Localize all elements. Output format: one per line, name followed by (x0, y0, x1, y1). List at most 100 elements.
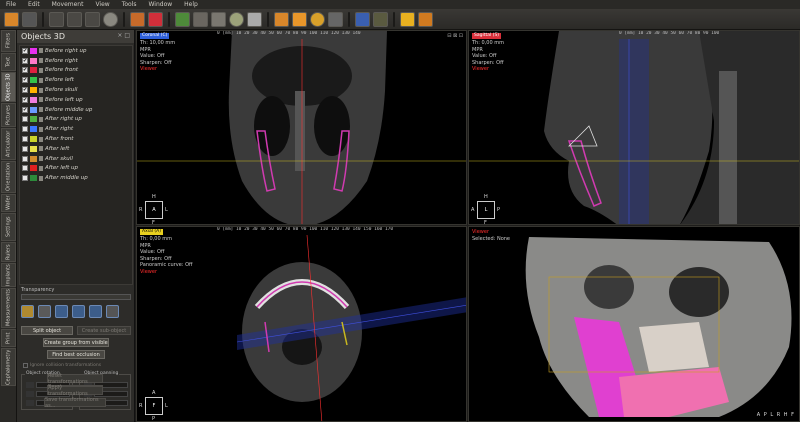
lock-icon[interactable] (39, 107, 43, 113)
ignore-collision-option[interactable]: Ignore collision transformations (23, 363, 101, 368)
visibility-checkbox[interactable] (22, 155, 28, 162)
menu-tools[interactable]: Tools (116, 1, 143, 8)
tab-measurements[interactable]: Measurements (1, 288, 16, 328)
viewport-controls-icon[interactable]: ⊟ ⊠ ⊡ (447, 33, 463, 39)
tab-cephalometry[interactable]: Cephalometry (1, 348, 16, 386)
lock-icon[interactable] (39, 87, 43, 93)
photo-import-icon[interactable] (130, 11, 145, 27)
layout-rows-icon[interactable] (85, 11, 100, 27)
transparency-slider[interactable] (21, 294, 131, 300)
list-item[interactable]: After right up (20, 115, 132, 125)
reset-view-icon[interactable] (328, 11, 343, 27)
tab-implants[interactable]: Implants (1, 263, 16, 287)
create-group-button[interactable]: Create group from visible (43, 338, 109, 347)
lock-icon[interactable] (39, 58, 43, 64)
report-icon[interactable] (148, 11, 163, 27)
color-swatch[interactable] (30, 67, 37, 74)
coronal-viewport[interactable]: 0 [mm] 10 20 30 40 50 60 70 80 90 100 11… (136, 30, 467, 225)
tab-settings[interactable]: Settings (1, 213, 16, 241)
document-icon[interactable] (400, 11, 415, 27)
axial-orientation-cube[interactable]: F (145, 397, 163, 415)
reset-transformations-button-2[interactable]: Reset transformations (47, 373, 103, 385)
list-item[interactable]: ✔ Before middle up (20, 105, 132, 115)
sphere-icon[interactable] (229, 11, 244, 27)
tab-rulers[interactable]: Rulers (1, 242, 16, 262)
cube-merge-icon[interactable] (89, 305, 102, 318)
visibility-checkbox[interactable] (22, 136, 28, 143)
lock-icon[interactable] (39, 136, 43, 142)
tab-wafer[interactable]: Wafer (1, 194, 16, 212)
visibility-checkbox[interactable]: ✔ (22, 47, 28, 54)
list-item[interactable]: ✔ Before skull (20, 85, 132, 95)
visibility-checkbox[interactable]: ✔ (22, 106, 28, 113)
visibility-checkbox[interactable]: ✔ (22, 67, 28, 74)
list-item[interactable]: After front (20, 134, 132, 144)
color-swatch[interactable] (30, 96, 37, 103)
lock-icon[interactable] (39, 48, 43, 54)
lock-icon[interactable] (39, 126, 43, 132)
volume-3d-viewport[interactable]: Viewer Selected: None A P L R H F (468, 226, 800, 422)
rotate-icon[interactable] (274, 11, 289, 27)
create-subobject-button[interactable]: Create sub-object (77, 326, 131, 335)
visibility-checkbox[interactable] (22, 116, 28, 123)
list-item[interactable]: ✔ Before left (20, 75, 132, 85)
split-object-button[interactable]: Split object (21, 326, 73, 335)
find-occlusion-button[interactable]: Find best occlusion (47, 350, 105, 359)
lock-icon[interactable] (39, 97, 43, 103)
list-item[interactable]: ✔ Before front (20, 66, 132, 76)
menu-edit[interactable]: Edit (22, 1, 46, 8)
lock-icon[interactable] (39, 175, 43, 181)
list-item[interactable]: ✔ Before right up (20, 46, 132, 56)
tab-pictures[interactable]: Pictures (1, 103, 16, 127)
menu-file[interactable]: File (0, 1, 22, 8)
tab-print[interactable]: Print (1, 329, 16, 347)
menu-movement[interactable]: Movement (46, 1, 90, 8)
tooth-icon[interactable] (247, 11, 262, 27)
zoom-icon[interactable] (310, 11, 325, 27)
export-icon[interactable] (418, 11, 433, 27)
color-swatch[interactable] (30, 145, 37, 152)
visibility-checkbox[interactable] (22, 126, 28, 133)
skull-3d-icon[interactable] (193, 11, 208, 27)
tab-articulator[interactable]: Articulator (1, 128, 16, 160)
menu-window[interactable]: Window (142, 1, 178, 8)
tab-filters[interactable]: Filters (1, 30, 16, 52)
person-icon[interactable] (21, 305, 34, 318)
axial-viewport[interactable]: 0 [mm] 10 20 30 40 50 60 70 80 90 100 11… (136, 226, 467, 422)
color-swatch[interactable] (30, 165, 37, 172)
list-item[interactable]: After right (20, 124, 132, 134)
cube-split-icon[interactable] (72, 305, 85, 318)
pan-icon[interactable] (292, 11, 307, 27)
color-swatch[interactable] (30, 106, 37, 113)
visibility-checkbox[interactable]: ✔ (22, 87, 28, 94)
sagittal-orientation-cube[interactable]: L (477, 201, 495, 219)
skull-view-icon[interactable] (103, 11, 118, 27)
panel-close-icon[interactable]: × □ (117, 32, 130, 41)
menu-help[interactable]: Help (178, 1, 204, 8)
lock-icon[interactable] (39, 116, 43, 122)
measure-icon[interactable] (355, 11, 370, 27)
list-item[interactable]: ✔ Before right (20, 56, 132, 66)
menu-view[interactable]: View (89, 1, 115, 8)
window-level-icon[interactable] (373, 11, 388, 27)
skull-alt-icon[interactable] (211, 11, 226, 27)
list-item[interactable]: After middle up (20, 173, 132, 183)
tab-objects-3d[interactable]: Objects 3D (1, 72, 16, 102)
lock-icon[interactable] (39, 165, 43, 171)
color-swatch[interactable] (30, 116, 37, 123)
layout-split-icon[interactable] (67, 11, 82, 27)
tab-orientation[interactable]: Orientation (1, 161, 16, 193)
sagittal-viewport[interactable]: 0 [mm] 10 20 30 40 50 60 70 80 90 100 Sa… (468, 30, 800, 225)
list-item[interactable]: After skull (20, 154, 132, 164)
visibility-checkbox[interactable]: ✔ (22, 77, 28, 84)
lock-icon[interactable] (39, 67, 43, 73)
save-transformations-button[interactable]: Save transformations as... (44, 397, 106, 409)
list-item[interactable]: ✔ Before left up (20, 95, 132, 105)
lock-icon[interactable] (39, 156, 43, 162)
color-swatch[interactable] (30, 126, 37, 133)
face-scan-icon[interactable] (175, 11, 190, 27)
lock-icon[interactable] (39, 146, 43, 152)
link-icon[interactable] (38, 305, 51, 318)
visibility-checkbox[interactable] (22, 145, 28, 152)
apply-transformations-button[interactable]: Apply transformations (47, 385, 103, 397)
